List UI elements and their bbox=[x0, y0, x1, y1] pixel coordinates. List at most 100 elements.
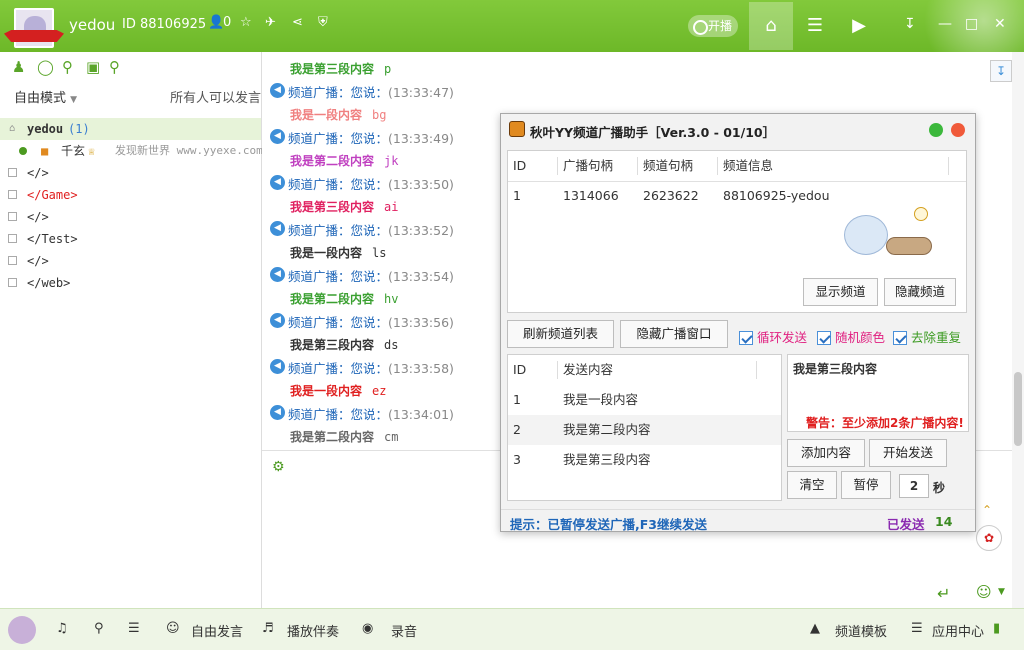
font-style-icon[interactable]: ⚙ bbox=[272, 459, 285, 475]
sent-label: 已发送 bbox=[887, 517, 925, 532]
user-id: ID 88106925 bbox=[122, 17, 207, 32]
chat-message-header: 我是一段内容 ez bbox=[290, 384, 387, 398]
share-icon[interactable]: ⋖ bbox=[292, 15, 303, 30]
mode-dropdown[interactable]: 自由模式 ▼ bbox=[14, 87, 77, 106]
home-icon: ⌂ bbox=[9, 123, 16, 134]
speaker-icon[interactable]: ♫ bbox=[56, 621, 68, 636]
location-icon[interactable]: ⚲ bbox=[62, 58, 73, 76]
expand-icon[interactable] bbox=[8, 212, 17, 221]
search-icon[interactable]: ⚲ bbox=[109, 58, 120, 76]
interval-input[interactable]: 2 bbox=[899, 474, 929, 498]
start-live-button[interactable]: 开播 bbox=[688, 15, 738, 37]
expand-icon[interactable] bbox=[8, 234, 17, 243]
minimize-dot-icon[interactable] bbox=[929, 123, 943, 137]
emoji-icon[interactable]: ☺ bbox=[976, 583, 992, 601]
expand-icon[interactable] bbox=[8, 168, 17, 177]
apps-icon[interactable]: ☰ bbox=[911, 621, 923, 636]
home-icon[interactable]: ⌂ bbox=[749, 2, 793, 50]
gamepad-icon[interactable]: ▶ bbox=[837, 2, 881, 50]
smile-icon[interactable]: ☺ bbox=[166, 621, 180, 636]
download-icon[interactable]: ↧ bbox=[904, 16, 916, 32]
refresh-channels-button[interactable]: 刷新频道列表 bbox=[507, 320, 614, 348]
gift-icon: ■ bbox=[41, 144, 49, 158]
send-icon[interactable]: ↵ bbox=[937, 584, 950, 603]
loop-send-checkbox[interactable]: 循环发送 bbox=[739, 327, 807, 346]
expand-icon[interactable] bbox=[8, 190, 17, 199]
broadcast-helper-dialog: 秋叶YY频道广播助手［Ver.3.0 - 01/10］ ID 广播句柄 频道句柄… bbox=[500, 113, 976, 532]
chevron-down-icon[interactable]: ▼ bbox=[998, 587, 1005, 597]
minimize-icon[interactable]: — bbox=[938, 16, 952, 32]
expand-icon[interactable] bbox=[8, 256, 17, 265]
subchannel-item[interactable]: </> bbox=[0, 250, 261, 272]
broadcast-speaker-icon: ◀ bbox=[270, 129, 285, 144]
user-icon[interactable]: ♟ bbox=[12, 58, 25, 76]
accompany-button[interactable]: 播放伴奏 bbox=[287, 621, 339, 640]
vip-ribbon-icon bbox=[4, 30, 64, 42]
mini-avatar[interactable] bbox=[8, 616, 36, 644]
microphone-icon[interactable]: ⚲ bbox=[94, 621, 104, 636]
broadcast-speaker-icon: ◀ bbox=[270, 221, 285, 236]
show-channel-button[interactable]: 显示频道 bbox=[803, 278, 878, 306]
expand-icon[interactable] bbox=[8, 278, 17, 287]
record-icon[interactable]: ◉ bbox=[362, 621, 373, 636]
close-dot-icon[interactable] bbox=[951, 123, 965, 137]
random-color-checkbox[interactable]: 随机颜色 bbox=[817, 327, 885, 346]
list-icon[interactable]: ☰ bbox=[793, 2, 837, 50]
subchannel-item[interactable]: </> bbox=[0, 162, 261, 184]
close-icon[interactable]: ✕ bbox=[994, 16, 1006, 32]
crown-icon: ♕ bbox=[88, 144, 96, 158]
export-icon[interactable]: ▣ bbox=[86, 58, 100, 76]
template-icon[interactable]: ▲ bbox=[810, 621, 820, 636]
dialog-title: 秋叶YY频道广播助手［Ver.3.0 - 01/10］ bbox=[530, 125, 776, 140]
subchannel-item[interactable]: </Game> bbox=[0, 184, 261, 206]
subchannel-item[interactable]: </> bbox=[0, 206, 261, 228]
dedupe-checkbox[interactable]: 去除重复 bbox=[893, 327, 961, 346]
chat-scrollbar[interactable] bbox=[1012, 52, 1024, 608]
table-row[interactable]: 2 我是第二段内容 bbox=[508, 415, 781, 445]
broadcast-speaker-icon: ◀ bbox=[270, 83, 285, 98]
hide-broadcast-button[interactable]: 隐藏广播窗口 bbox=[620, 320, 728, 348]
column-header: 广播句柄 bbox=[563, 158, 614, 173]
music-icon[interactable]: ♬ bbox=[262, 621, 274, 636]
scroll-down-icon[interactable]: ↧ bbox=[990, 60, 1012, 82]
plane-icon[interactable]: ✈ bbox=[265, 15, 276, 30]
pause-button[interactable]: 暂停 bbox=[841, 471, 891, 499]
chevron-down-icon: ▼ bbox=[70, 95, 78, 105]
chat-message-header: 我是一段内容 ls bbox=[290, 246, 387, 260]
username[interactable]: yedou bbox=[69, 16, 115, 34]
chat-icon[interactable]: ◯ bbox=[37, 58, 54, 76]
subchannel-item[interactable]: </Test> bbox=[0, 228, 261, 250]
clear-button[interactable]: 清空 bbox=[787, 471, 837, 499]
chat-broadcast-line: 频道广播：您说：(13:33:50) bbox=[288, 177, 454, 192]
user-avatar[interactable] bbox=[14, 8, 54, 48]
table-row[interactable]: 3 我是第三段内容 bbox=[508, 445, 781, 475]
member-row[interactable]: ■ 千玄 ♕ 发现新世界 www.yyexe.com bbox=[0, 140, 263, 162]
chat-broadcast-line: 频道广播：您说：(13:34:01) bbox=[288, 407, 454, 422]
subchannel-item[interactable]: </web> bbox=[0, 272, 261, 294]
hide-channel-button[interactable]: 隐藏频道 bbox=[884, 278, 956, 306]
table-row[interactable]: 1 我是一段内容 bbox=[508, 385, 781, 415]
chat-broadcast-line: 频道广播：您说：(13:33:47) bbox=[288, 85, 454, 100]
add-content-button[interactable]: 添加内容 bbox=[787, 439, 865, 467]
content-textarea[interactable]: 我是第三段内容 警告：至少添加2条广播内容! bbox=[787, 354, 969, 432]
interval-unit: 秒 bbox=[933, 481, 946, 495]
column-header: 频道句柄 bbox=[643, 158, 694, 173]
person-icon[interactable]: 👤 bbox=[208, 15, 224, 30]
equalizer-icon[interactable]: ☰ bbox=[128, 621, 140, 636]
channel-template-button[interactable]: 频道模板 bbox=[835, 621, 887, 640]
flower-icon[interactable]: ✿ bbox=[976, 525, 1002, 551]
chat-broadcast-line: 频道广播：您说：(13:33:56) bbox=[288, 315, 454, 330]
channel-root[interactable]: ⌂ yedou (1) bbox=[0, 118, 261, 140]
start-send-button[interactable]: 开始发送 bbox=[869, 439, 947, 467]
record-button[interactable]: 录音 bbox=[391, 621, 417, 640]
broadcast-speaker-icon: ◀ bbox=[270, 267, 285, 282]
star-icon[interactable]: ☆ bbox=[240, 15, 252, 30]
chevron-up-icon[interactable]: ⌃ bbox=[982, 503, 992, 517]
chat-message-header: 我是第三段内容 p bbox=[290, 62, 392, 76]
channel-tree: ⌂ yedou (1) ■ 千玄 ♕ 发现新世界 www.yyexe.com </… bbox=[0, 118, 263, 294]
signal-icon: ▮ bbox=[993, 621, 1001, 636]
app-center-button[interactable]: 应用中心 bbox=[932, 621, 984, 640]
free-speak-button[interactable]: 自由发言 bbox=[191, 621, 243, 640]
shield-icon[interactable]: ⛨ bbox=[318, 15, 328, 30]
maximize-icon[interactable]: □ bbox=[965, 16, 978, 32]
